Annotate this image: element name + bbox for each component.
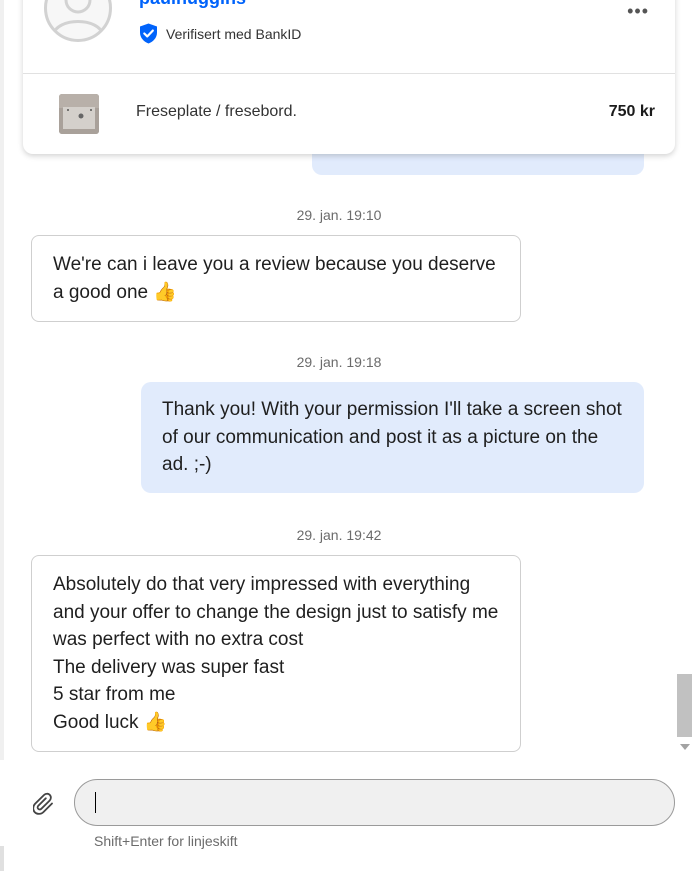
message-input[interactable] xyxy=(74,779,675,826)
conversation-header-card: paulhuggins Verifisert med BankID ••• Fr… xyxy=(23,0,675,154)
message-timestamp: 29. jan. 19:42 xyxy=(296,527,382,543)
scroll-down-arrow-icon[interactable] xyxy=(680,744,690,750)
outgoing-message-bubble: Thank you! With your permission I'll tak… xyxy=(141,382,644,493)
left-edge xyxy=(0,0,4,760)
verified-shield-icon xyxy=(140,23,157,44)
verified-status: Verifisert med BankID xyxy=(139,23,301,44)
listing-title[interactable]: Freseplate / fresebord. xyxy=(136,103,297,121)
incoming-message-bubble: We're can i leave you a review because y… xyxy=(31,235,521,322)
text-caret xyxy=(95,792,96,813)
card-divider xyxy=(23,73,675,74)
user-placeholder-icon xyxy=(51,0,105,36)
verified-label: Verifisert med BankID xyxy=(166,25,302,42)
more-options-button[interactable]: ••• xyxy=(627,2,649,20)
paperclip-icon[interactable] xyxy=(33,792,55,816)
listing-image-icon xyxy=(59,94,99,134)
compose-hint: Shift+Enter for linjeskift xyxy=(94,833,238,849)
message-timestamp: 29. jan. 19:18 xyxy=(296,354,382,370)
username-link[interactable]: paulhuggins xyxy=(139,0,246,9)
listing-price: 750 kr xyxy=(608,103,655,120)
incoming-message-bubble: Absolutely do that very impressed with e… xyxy=(31,555,521,752)
message-timestamp: 29. jan. 19:10 xyxy=(296,207,382,223)
scrollbar-thumb[interactable] xyxy=(677,674,692,737)
listing-thumbnail[interactable] xyxy=(59,94,99,134)
avatar[interactable] xyxy=(44,0,112,42)
